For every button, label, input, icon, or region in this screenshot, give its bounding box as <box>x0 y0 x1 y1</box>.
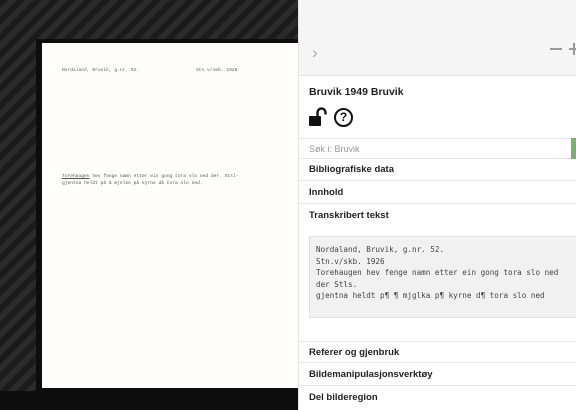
page-line-2: gjentna heldt på å mjelke på kyrne då to… <box>62 181 203 186</box>
section-cite-reuse[interactable]: Referer og gjenbruk <box>299 341 576 363</box>
viewer-bottom-bar <box>0 391 298 410</box>
page-line-1-rest: hev fenge namn etter ein gong tora slo n… <box>89 174 239 179</box>
section-bibliographic-data[interactable]: Bibliografiske data <box>299 159 576 181</box>
section-image-tools[interactable]: Bildemanipulasjonsverktøy <box>299 364 576 386</box>
page-body-text: Torehaugen hev fenge namn etter ein gong… <box>62 173 292 187</box>
chevron-right-icon[interactable]: › <box>312 44 318 61</box>
question-circle-icon[interactable]: ? <box>334 108 353 127</box>
search-bar <box>299 138 576 159</box>
section-content[interactable]: Innhold <box>299 182 576 204</box>
page-header-right: Stn.v/skb. 1926 <box>196 68 238 73</box>
page-place-name: Torehaugen <box>62 174 90 179</box>
scanned-document-page[interactable]: Nordaland, Bruvik, g.nr. 52. Stn.v/skb. … <box>42 43 298 388</box>
metadata-panel: › Bruvik 1949 Bruvik ? Bibliografiske da… <box>298 0 576 410</box>
plus-icon-vertical[interactable] <box>573 43 575 55</box>
search-accent-bar <box>571 138 576 159</box>
transcription-text: Nordaland, Bruvik, g.nr. 52. Stn.v/skb. … <box>309 236 576 318</box>
minus-icon[interactable] <box>550 48 562 50</box>
image-viewer[interactable]: Nordaland, Bruvik, g.nr. 52. Stn.v/skb. … <box>0 0 298 410</box>
section-share-region[interactable]: Del bilderegion <box>299 387 576 409</box>
page-line-1: Torehaugen hev fenge namn etter ein gong… <box>62 173 292 180</box>
section-transcribed-text[interactable]: Transkribert tekst <box>299 205 576 227</box>
unlocked-padlock-icon <box>309 107 327 126</box>
page-header-left: Nordaland, Bruvik, g.nr. 52. <box>62 68 140 73</box>
record-title: Bruvik 1949 Bruvik <box>309 86 404 98</box>
panel-toolbar: › <box>299 0 576 76</box>
search-input[interactable] <box>299 139 569 158</box>
